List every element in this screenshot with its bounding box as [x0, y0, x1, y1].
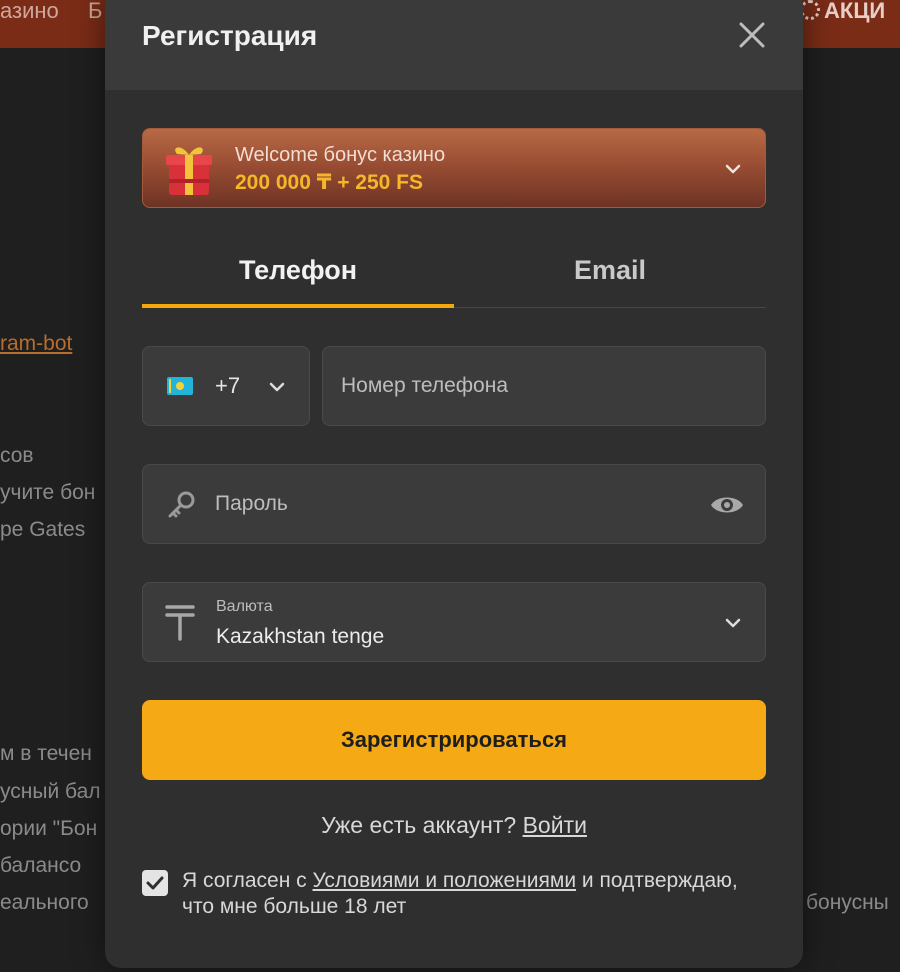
gift-icon — [166, 147, 212, 195]
close-button[interactable] — [737, 20, 767, 50]
background-text-line: pe Gates — [0, 518, 86, 541]
active-tab-indicator — [142, 304, 454, 308]
bonus-title: Welcome бонус казино — [235, 144, 446, 166]
modal-title: Регистрация — [142, 20, 318, 51]
background-nav-promos: АКЦИ — [800, 0, 885, 22]
password-field — [142, 464, 766, 544]
login-prompt: Уже есть аккаунт? Войти — [105, 812, 803, 839]
kazakhstan-flag-icon — [167, 377, 193, 395]
phone-number-input[interactable] — [341, 347, 751, 425]
background-nav-promos-label: АКЦИ — [824, 0, 886, 23]
terms-text: Я согласен с Условиями и положениями и п… — [182, 868, 766, 920]
currency-label: Валюта — [216, 598, 273, 615]
checkmark-icon — [146, 876, 164, 890]
registration-modal: Регистрация Welcome бонус казино 200 000… — [105, 0, 803, 968]
terms-checkbox[interactable] — [142, 870, 168, 896]
tenge-icon — [165, 605, 195, 641]
password-input[interactable] — [215, 465, 695, 543]
background-text-line: ории "Бон — [0, 817, 98, 840]
currency-select[interactable]: Валюта Kazakhstan tenge — [142, 582, 766, 662]
chevron-down-icon — [269, 382, 285, 392]
bonus-amount: 200 000 ₸ + 250 FS — [235, 171, 423, 194]
eye-icon[interactable] — [709, 492, 745, 518]
chevron-down-icon — [725, 164, 741, 174]
register-button[interactable]: Зарегистрироваться — [142, 700, 766, 780]
login-link[interactable]: Войти — [523, 812, 587, 838]
modal-header: Регистрация — [105, 0, 803, 90]
key-icon — [168, 491, 195, 518]
country-code-select[interactable]: +7 — [142, 346, 310, 426]
gear-icon — [800, 0, 820, 20]
chevron-down-icon — [725, 618, 741, 628]
background-text-line: учите бон — [0, 481, 96, 504]
welcome-bonus-dropdown[interactable]: Welcome бонус казино 200 000 ₸ + 250 FS — [142, 128, 766, 208]
background-text-line: еального — [0, 891, 89, 914]
background-text-line: усный бал — [0, 780, 101, 803]
background-text-line: балансо — [0, 854, 82, 877]
background-nav-casino: азино — [0, 0, 59, 23]
background-text-line: м в течен — [0, 742, 92, 765]
terms-link[interactable]: Условиями и положениями — [313, 869, 577, 892]
tab-phone[interactable]: Телефон — [142, 238, 454, 308]
phone-number-field — [322, 346, 766, 426]
background-text-line: сов — [0, 444, 34, 467]
terms-text-before: Я согласен с — [182, 869, 313, 892]
background-text-line: бонусны — [806, 891, 889, 914]
registration-tabs: Телефон Email — [142, 238, 766, 308]
currency-value: Kazakhstan tenge — [216, 625, 385, 648]
country-code-value: +7 — [215, 373, 241, 398]
close-icon — [739, 22, 765, 48]
login-question: Уже есть аккаунт? — [321, 812, 517, 838]
tab-email[interactable]: Email — [454, 238, 766, 308]
background-telegram-link: ram-bot — [0, 332, 73, 355]
background-nav-b: Б — [88, 0, 103, 23]
